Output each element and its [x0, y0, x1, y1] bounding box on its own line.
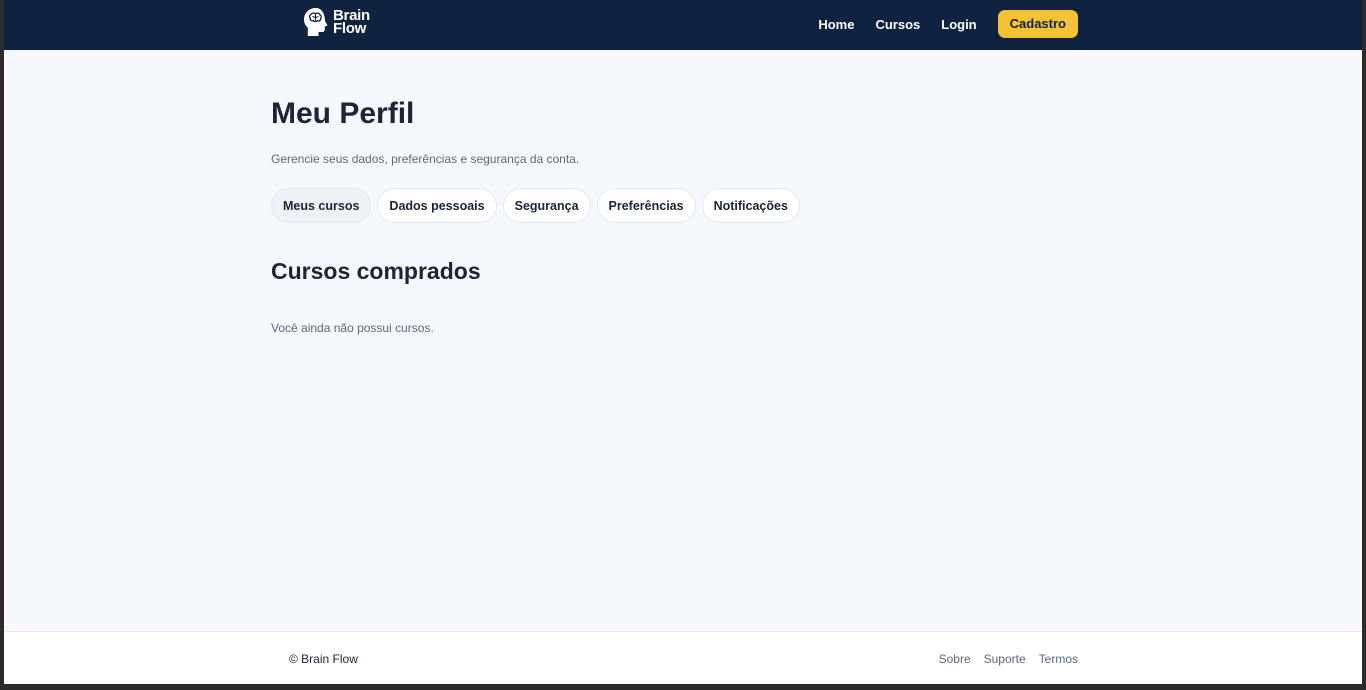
- main-nav: Home Cursos Login Cadastro: [818, 10, 1078, 38]
- empty-state-message: Você ainda não possui cursos.: [271, 321, 434, 335]
- signup-button[interactable]: Cadastro: [997, 10, 1078, 38]
- page-title: Meu Perfil: [271, 97, 415, 130]
- tab-dados-pessoais[interactable]: Dados pessoais: [377, 188, 497, 223]
- tab-seguranca[interactable]: Segurança: [502, 188, 591, 223]
- nav-login-link[interactable]: Login: [941, 17, 976, 32]
- footer-link-sobre[interactable]: Sobre: [939, 652, 971, 666]
- page-footer: © Brain Flow Sobre Suporte Termos: [4, 631, 1362, 684]
- tab-notificacoes[interactable]: Notificações: [701, 188, 800, 223]
- app-window: Brain Flow Home Cursos Login Cadastro Me…: [4, 0, 1362, 684]
- profile-tabs: Meus cursos Dados pessoais Segurança Pre…: [271, 188, 806, 223]
- tab-meus-cursos[interactable]: Meus cursos: [271, 188, 372, 223]
- brand-name-line2: Flow: [333, 20, 366, 37]
- section-title: Cursos comprados: [271, 258, 481, 284]
- nav-cursos-link[interactable]: Cursos: [875, 17, 920, 32]
- top-navbar: Brain Flow Home Cursos Login Cadastro: [4, 0, 1362, 50]
- nav-home-link[interactable]: Home: [818, 17, 854, 32]
- page-subtitle: Gerencie seus dados, preferências e segu…: [271, 152, 580, 166]
- brand-logo[interactable]: Brain Flow: [302, 5, 370, 39]
- brain-head-icon: [304, 8, 328, 36]
- tab-preferencias[interactable]: Preferências: [596, 188, 696, 223]
- footer-link-termos[interactable]: Termos: [1039, 652, 1078, 666]
- footer-links: Sobre Suporte Termos: [926, 652, 1078, 666]
- brand-name: Brain Flow: [333, 8, 370, 37]
- footer-link-suporte[interactable]: Suporte: [984, 652, 1026, 666]
- copyright-text: © Brain Flow: [289, 652, 358, 666]
